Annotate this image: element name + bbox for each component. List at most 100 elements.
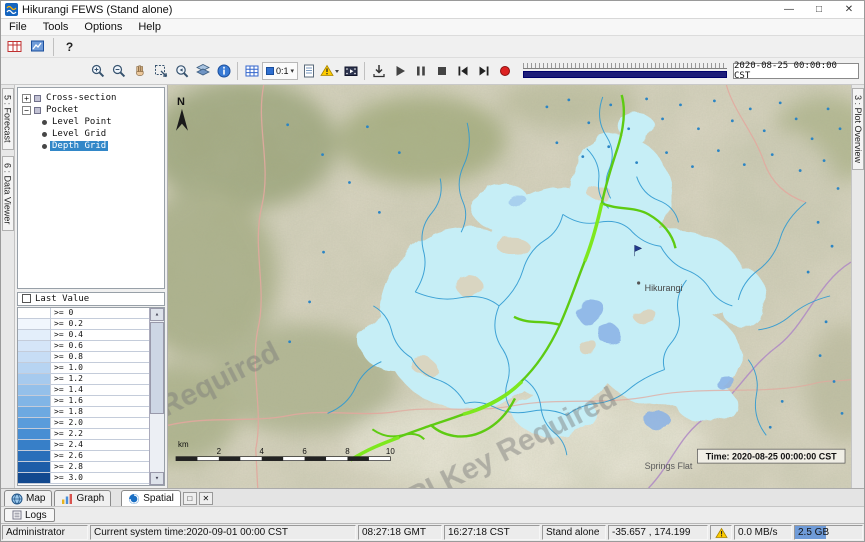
skip-start-button[interactable] xyxy=(452,61,473,82)
menu-tools[interactable]: Tools xyxy=(35,19,77,35)
zoom-rectangle-icon[interactable] xyxy=(150,61,171,82)
status-warning-icon[interactable] xyxy=(710,525,732,540)
tree-item-level-point[interactable]: Level Point xyxy=(18,116,164,128)
dock-tab-plot-overview[interactable]: 3 : Plot Overview xyxy=(852,88,864,170)
zoom-out-icon[interactable] xyxy=(108,61,129,82)
title-bar: Hikurangi FEWS (Stand alone) — □ ✕ xyxy=(1,1,864,19)
menu-options[interactable]: Options xyxy=(76,19,130,35)
tree-item-cross-section[interactable]: + Cross-section xyxy=(18,92,164,104)
status-memory-gauge: 2.5 GB xyxy=(794,525,863,540)
svg-text:Time: 2020-08-25 00:00:00 CST: Time: 2020-08-25 00:00:00 CST xyxy=(706,452,837,462)
bottom-tab-bar: Map Graph Spatial □ ✕ xyxy=(1,488,864,506)
time-slider[interactable] xyxy=(523,63,727,79)
tree-item-level-grid[interactable]: Level Grid xyxy=(18,128,164,140)
panel-close-button[interactable]: ✕ xyxy=(199,492,213,505)
legend-swatch xyxy=(18,440,51,450)
zoom-previous-icon[interactable] xyxy=(171,61,192,82)
legend-scrollbar[interactable]: ▴ ▾ xyxy=(149,308,164,485)
help-icon[interactable]: ? xyxy=(59,36,80,57)
status-mode: Stand alone xyxy=(542,525,606,540)
expand-icon[interactable]: + xyxy=(22,94,31,103)
legend-swatch xyxy=(18,473,51,483)
status-user: Administrator xyxy=(2,525,88,540)
close-button[interactable]: ✕ xyxy=(834,1,864,18)
pause-button[interactable] xyxy=(410,61,431,82)
menu-file[interactable]: File xyxy=(1,19,35,35)
current-time-field[interactable]: 2020-08-25 00:00:00 CST xyxy=(733,63,859,79)
maximize-button[interactable]: □ xyxy=(804,1,834,18)
tree-item-depth-grid[interactable]: Depth Grid xyxy=(18,140,164,152)
layers-panel: + Cross-section − Pocket Level Point Lev… xyxy=(15,85,168,488)
svg-text:2: 2 xyxy=(217,447,222,456)
spatial-icon xyxy=(128,493,140,505)
map-display-icon[interactable] xyxy=(27,36,48,57)
panel-maximize-button[interactable]: □ xyxy=(183,492,197,505)
explorer-grid-icon[interactable] xyxy=(4,36,25,57)
legend-row: >= 1.0 xyxy=(18,363,150,374)
logs-button[interactable]: Logs xyxy=(4,508,55,522)
time-slider-bar[interactable] xyxy=(523,71,727,78)
map-time-label: Time: 2020-08-25 00:00:00 CST xyxy=(697,449,845,463)
dock-tab-forecast[interactable]: 5 : Forecast xyxy=(2,88,14,150)
left-dock-strip: 5 : Forecast 6 : Data Viewer xyxy=(1,85,15,488)
grid-display-icon[interactable] xyxy=(241,61,262,82)
toolbar-separator xyxy=(53,38,54,56)
minimize-button[interactable]: — xyxy=(774,1,804,18)
legend-swatch xyxy=(18,396,51,406)
app-icon xyxy=(5,3,18,16)
globe-icon xyxy=(11,493,23,505)
legend-swatch xyxy=(18,374,51,384)
scroll-up-icon[interactable]: ▴ xyxy=(150,308,164,321)
profile-document-icon[interactable] xyxy=(298,61,319,82)
info-icon[interactable] xyxy=(213,61,234,82)
tab-graph[interactable]: Graph xyxy=(54,490,111,506)
layer-tree: + Cross-section − Pocket Level Point Lev… xyxy=(17,87,165,289)
svg-text:10: 10 xyxy=(386,447,395,456)
legend-swatch xyxy=(18,352,51,362)
status-local-time: 16:27:18 CST xyxy=(444,525,540,540)
interval-icon xyxy=(266,67,274,75)
bullet-icon xyxy=(42,132,47,137)
dock-tab-data-viewer[interactable]: 6 : Data Viewer xyxy=(2,156,14,231)
node-icon xyxy=(34,95,41,102)
pan-hand-icon[interactable] xyxy=(129,61,150,82)
status-network: 0.0 MB/s xyxy=(734,525,792,540)
tab-map[interactable]: Map xyxy=(4,490,52,506)
scrollbar-thumb[interactable] xyxy=(150,322,164,414)
town-label: Hikurangi xyxy=(645,283,683,293)
checkbox-icon[interactable] xyxy=(22,294,31,303)
legend-swatch xyxy=(18,462,51,472)
map-view[interactable]: Hikurangi Springs Flat API Key Required … xyxy=(168,85,851,488)
legend-row: >= 0.6 xyxy=(18,341,150,352)
last-value-toggle[interactable]: Last Value xyxy=(17,292,165,307)
scroll-down-icon[interactable]: ▾ xyxy=(150,472,164,485)
legend-swatch xyxy=(18,363,51,373)
record-button[interactable] xyxy=(494,61,515,82)
movie-export-icon[interactable] xyxy=(340,61,361,82)
legend-row: >= 0 xyxy=(18,308,150,319)
collapse-icon[interactable]: − xyxy=(22,106,31,115)
zoom-in-icon[interactable] xyxy=(87,61,108,82)
skip-end-button[interactable] xyxy=(473,61,494,82)
interval-value: 0:1 xyxy=(276,66,289,76)
time-slider-ruler xyxy=(523,63,727,69)
main-area: 5 : Forecast 6 : Data Viewer + Cross-sec… xyxy=(1,85,864,488)
warning-filter-icon[interactable] xyxy=(319,61,340,82)
legend-row: >= 0.4 xyxy=(18,330,150,341)
svg-text:km: km xyxy=(178,440,189,449)
interval-selector[interactable]: 0:1 ▾ xyxy=(262,62,298,80)
tab-spatial[interactable]: Spatial xyxy=(121,490,181,506)
status-bar: Administrator Current system time:2020-0… xyxy=(1,523,864,541)
stop-button[interactable] xyxy=(431,61,452,82)
tree-item-pocket[interactable]: − Pocket xyxy=(18,104,164,116)
svg-text:N: N xyxy=(177,96,185,108)
menu-help[interactable]: Help xyxy=(130,19,169,35)
save-animation-icon[interactable] xyxy=(368,61,389,82)
spatial-toolbar: 0:1 ▾ xyxy=(1,58,864,85)
status-system-time: Current system time:2020-09-01 00:00 CST xyxy=(90,525,356,540)
layers-icon[interactable] xyxy=(192,61,213,82)
play-button[interactable] xyxy=(389,61,410,82)
main-toolbar: ? xyxy=(1,36,864,58)
toolbar-separator xyxy=(237,62,238,80)
legend-row: >= 2.0 xyxy=(18,418,150,429)
